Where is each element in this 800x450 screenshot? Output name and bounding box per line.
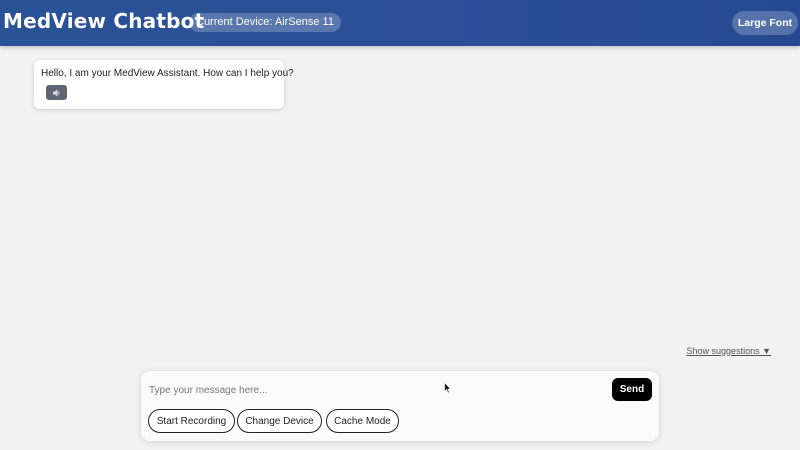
large-font-button[interactable]: Large Font [732, 11, 798, 35]
message-composer: Send Start Recording Change Device Cache… [141, 371, 659, 441]
send-button[interactable]: Send [612, 378, 652, 401]
bot-message-bubble: Hello, I am your MedView Assistant. How … [34, 60, 294, 109]
app-title: MedView Chatbot [3, 9, 205, 33]
cache-mode-button[interactable]: Cache Mode [326, 409, 399, 433]
speaker-icon [53, 89, 60, 96]
mouse-cursor-icon [444, 382, 452, 394]
message-input[interactable] [149, 379, 599, 401]
start-recording-button[interactable]: Start Recording [148, 409, 235, 433]
app-header: MedView Chatbot Current Device: AirSense… [0, 0, 800, 46]
chat-area: Hello, I am your MedView Assistant. How … [0, 46, 800, 346]
change-device-button[interactable]: Change Device [237, 409, 322, 433]
show-suggestions-toggle[interactable]: Show suggestions ▼ [687, 346, 771, 356]
bot-message-text: Hello, I am your MedView Assistant. How … [41, 68, 294, 79]
read-aloud-button[interactable] [46, 85, 67, 100]
current-device-badge[interactable]: Current Device: AirSense 11 [189, 13, 341, 32]
